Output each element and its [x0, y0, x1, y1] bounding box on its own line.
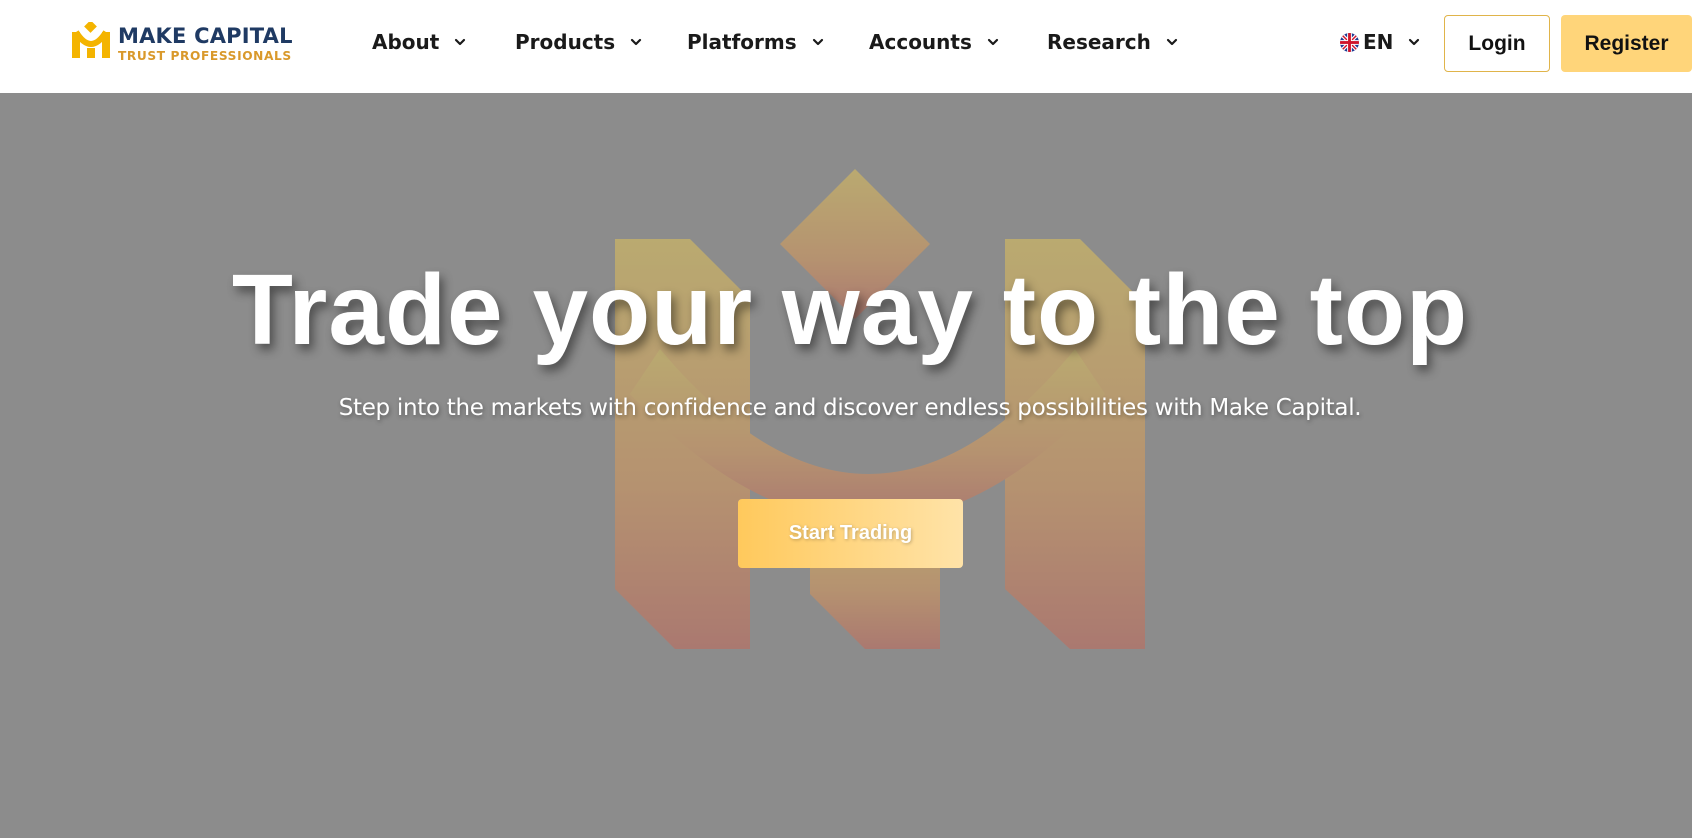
chevron-down-icon	[986, 35, 1000, 49]
language-label: EN	[1363, 30, 1394, 54]
site-header: MAKE CAPITAL TRUST PROFESSIONALS About P…	[0, 0, 1692, 93]
make-capital-logo-icon	[72, 22, 110, 58]
nav-item-label: About	[372, 30, 440, 54]
nav-item-about[interactable]: About	[372, 27, 467, 57]
nav-item-label: Research	[1047, 30, 1151, 54]
brand-tagline: TRUST PROFESSIONALS	[118, 49, 292, 63]
chevron-down-icon	[811, 35, 825, 49]
hero-title: Trade your way to the top	[231, 254, 1469, 366]
brand-logo[interactable]: MAKE CAPITAL TRUST PROFESSIONALS	[70, 22, 292, 68]
chevron-down-icon	[453, 35, 467, 49]
brand-name: MAKE CAPITAL	[118, 24, 293, 48]
register-button[interactable]: Register	[1561, 15, 1692, 72]
nav-item-platforms[interactable]: Platforms	[687, 27, 825, 57]
nav-item-label: Products	[515, 30, 616, 54]
language-selector[interactable]: EN	[1340, 27, 1421, 57]
hero-subtitle: Step into the markets with confidence an…	[338, 395, 1362, 421]
nav-item-research[interactable]: Research	[1047, 27, 1179, 57]
chevron-down-icon	[629, 35, 643, 49]
nav-item-products[interactable]: Products	[515, 27, 643, 57]
chevron-down-icon	[1407, 35, 1421, 49]
nav-item-accounts[interactable]: Accounts	[869, 27, 1000, 57]
nav-item-label: Platforms	[687, 30, 797, 54]
chevron-down-icon	[1165, 35, 1179, 49]
nav-item-label: Accounts	[869, 30, 972, 54]
hero-section: Trade your way to the top Step into the …	[0, 93, 1692, 838]
start-trading-button[interactable]: Start Trading	[738, 499, 963, 568]
uk-flag-icon	[1340, 32, 1359, 52]
login-button[interactable]: Login	[1444, 15, 1550, 72]
